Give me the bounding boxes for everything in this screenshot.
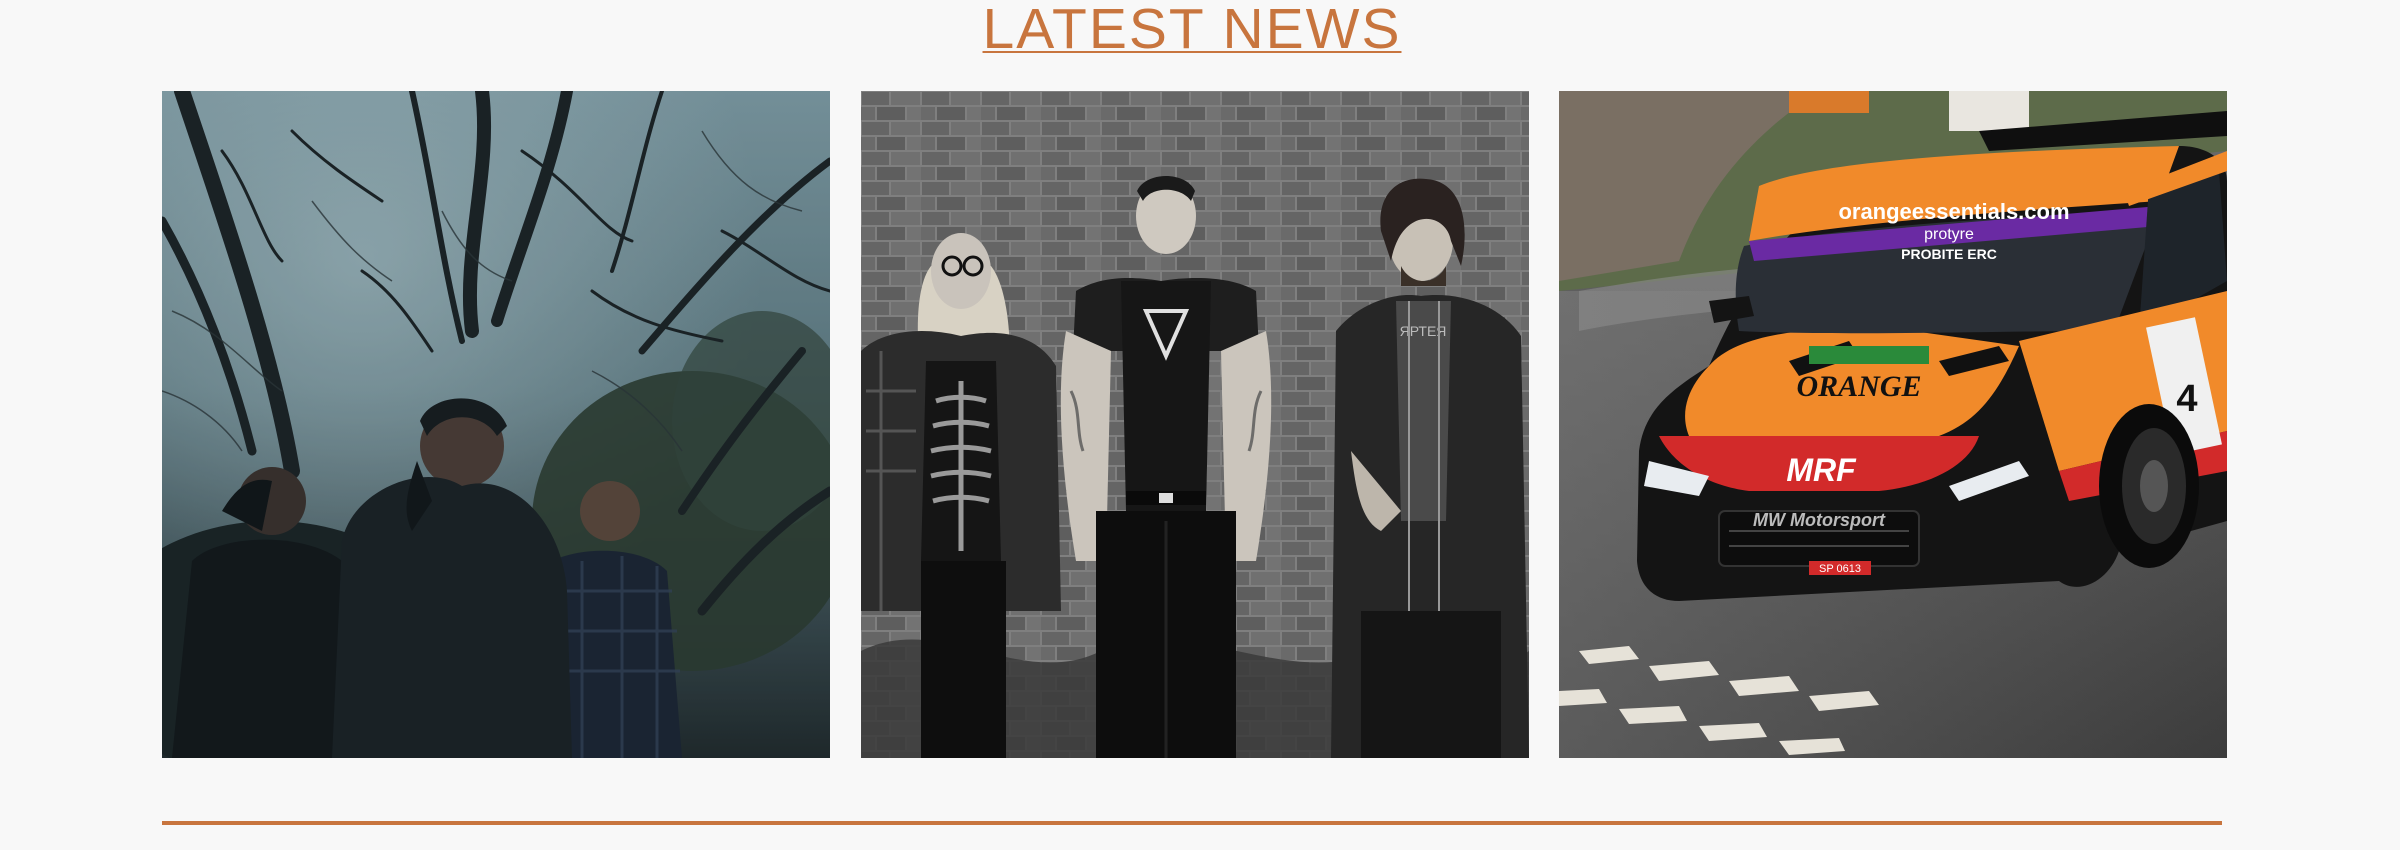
car-sponsor-protyre: protyre xyxy=(1924,226,1974,243)
news-card-band-brick-wall[interactable]: ЯРТЕЯ xyxy=(861,91,1529,758)
car-grille-text: MW Motorsport xyxy=(1753,510,1886,530)
car-windscreen-text: orangeessentials.com xyxy=(1838,199,2069,224)
news-card-band-trees[interactable] xyxy=(162,91,830,758)
car-bumper-logo: MRF xyxy=(1786,452,1857,488)
car-hood-logo: ORANGE xyxy=(1796,370,1921,403)
news-image-band-trees xyxy=(162,91,830,758)
section-title-link[interactable]: LATEST NEWS xyxy=(0,0,2384,58)
news-image-rally-car: orangeessentials.com protyre PROBITE ERC… xyxy=(1559,91,2227,758)
car-sponsor-probite: PROBITE ERC xyxy=(1901,246,1997,262)
car-door-number: 4 xyxy=(2176,378,2197,420)
car-plate: SP 0613 xyxy=(1819,563,1861,575)
section-divider xyxy=(162,821,2222,825)
news-image-band-brick-wall: ЯРТЕЯ xyxy=(861,91,1529,758)
latest-news-section: LATEST NEWS ЯРТЕЯ orangeessentials.com p… xyxy=(0,0,2400,850)
news-card-rally-car[interactable]: orangeessentials.com protyre PROBITE ERC… xyxy=(1559,91,2227,758)
